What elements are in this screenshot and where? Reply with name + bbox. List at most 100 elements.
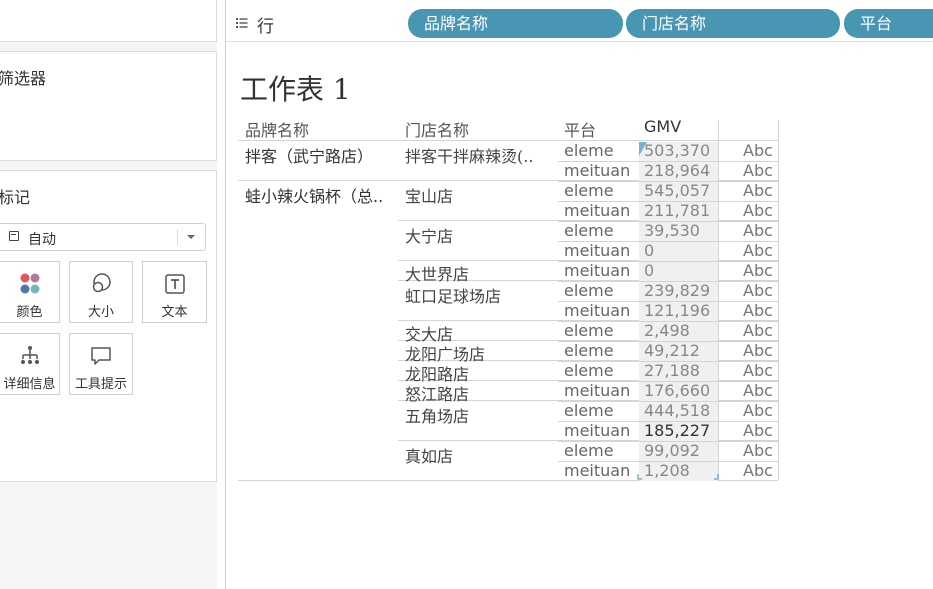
platform-cell[interactable]: meituan xyxy=(564,241,630,261)
gmv-cell[interactable]: 444,518 xyxy=(644,401,710,421)
abc-cell[interactable]: Abc xyxy=(743,441,773,461)
store-cell[interactable]: 真如店 xyxy=(405,443,453,467)
gmv-cell[interactable]: 218,964 xyxy=(644,161,710,181)
header-platform[interactable]: 平台 xyxy=(564,117,596,141)
abc-cell[interactable]: Abc xyxy=(743,181,773,201)
tooltip-button[interactable]: 工具提示 xyxy=(69,333,133,395)
header-store[interactable]: 门店名称 xyxy=(405,117,469,141)
pill-brand[interactable]: 品牌名称 xyxy=(408,9,623,38)
platform-cell[interactable]: eleme xyxy=(564,321,614,341)
detail-icon xyxy=(20,346,39,364)
filters-title: 筛选器 xyxy=(0,69,47,88)
gmv-cell[interactable]: 503,370 xyxy=(644,141,710,161)
abc-cell[interactable]: Abc xyxy=(743,401,773,421)
gmv-cell[interactable]: 0 xyxy=(644,261,654,281)
chevron-down-icon[interactable] xyxy=(187,235,195,239)
gmv-cell[interactable]: 49,212 xyxy=(644,341,700,361)
detail-button[interactable]: 详细信息 xyxy=(0,333,60,395)
tooltip-icon xyxy=(91,347,111,365)
store-cell[interactable]: 虹口足球场店 xyxy=(405,283,501,307)
gmv-cell[interactable]: 211,781 xyxy=(644,201,710,221)
size-label: 大小 xyxy=(87,305,114,320)
store-cell[interactable]: 拌客干拌麻辣烫(.. xyxy=(405,143,533,167)
store-cell[interactable]: 宝山店 xyxy=(405,183,453,207)
platform-cell[interactable]: eleme xyxy=(564,401,614,421)
abc-cell[interactable]: Abc xyxy=(743,341,773,361)
panel-divider[interactable] xyxy=(225,0,226,589)
abc-cell[interactable]: Abc xyxy=(743,421,773,441)
tooltip-label: 工具提示 xyxy=(74,377,127,392)
header-gmv[interactable]: GMV xyxy=(644,117,681,136)
left-panel: 筛选器 标记 自动 颜色 大小 文本 详细信息 工具提示 xyxy=(0,0,217,589)
size-button[interactable]: 大小 xyxy=(69,261,133,323)
column-divider xyxy=(718,120,719,480)
brand-cell[interactable]: 拌客（武宁路店） xyxy=(245,143,373,167)
gmv-cell[interactable]: 121,196 xyxy=(644,301,710,321)
brand-cell[interactable]: 蛙小辣火锅杯（总.. xyxy=(245,183,383,207)
gmv-cell[interactable]: 0 xyxy=(644,241,654,261)
gmv-cell[interactable]: 99,092 xyxy=(644,441,700,461)
rows-label: 行 xyxy=(257,17,274,37)
platform-cell[interactable]: meituan xyxy=(564,161,630,181)
platform-cell[interactable]: eleme xyxy=(564,361,614,381)
abc-cell[interactable]: Abc xyxy=(743,201,773,221)
rows-shelf: 行 品牌名称 门店名称 平台 xyxy=(226,0,933,42)
size-icon xyxy=(92,273,111,293)
platform-cell[interactable]: meituan xyxy=(564,261,630,281)
text-button[interactable]: 文本 xyxy=(142,261,207,323)
detail-label: 详细信息 xyxy=(3,377,56,392)
marks-pane: 标记 自动 颜色 大小 文本 详细信息 工具提示 xyxy=(0,170,217,482)
dropdown-separator xyxy=(177,229,178,245)
header-brand[interactable]: 品牌名称 xyxy=(245,117,309,141)
platform-cell[interactable]: eleme xyxy=(564,221,614,241)
selection-handles-icon xyxy=(637,474,719,480)
platform-cell[interactable]: meituan xyxy=(564,461,630,481)
mark-type-dropdown[interactable]: 自动 xyxy=(0,223,206,251)
platform-cell[interactable]: eleme xyxy=(564,341,614,361)
store-cell[interactable]: 大世界店 xyxy=(405,261,469,285)
abc-cell[interactable]: Abc xyxy=(743,241,773,261)
platform-cell[interactable]: meituan xyxy=(564,301,630,321)
gmv-cell[interactable]: 239,829 xyxy=(644,281,710,301)
platform-cell[interactable]: eleme xyxy=(564,181,614,201)
abc-cell[interactable]: Abc xyxy=(743,221,773,241)
pill-store[interactable]: 门店名称 xyxy=(626,9,840,38)
abc-cell[interactable]: Abc xyxy=(743,141,773,161)
color-label: 颜色 xyxy=(16,305,43,320)
selection-corner-icon xyxy=(639,142,647,156)
color-button[interactable]: 颜色 xyxy=(0,261,60,323)
store-cell[interactable]: 大宁店 xyxy=(405,223,453,247)
text-label: 文本 xyxy=(161,305,188,320)
gmv-cell[interactable]: 2,498 xyxy=(644,321,690,341)
platform-cell[interactable]: eleme xyxy=(564,281,614,301)
pill-platform[interactable]: 平台 xyxy=(844,9,933,38)
rows-icon xyxy=(236,18,248,28)
worksheet-title: 工作表 1 xyxy=(240,73,351,106)
abc-cell[interactable]: Abc xyxy=(743,261,773,281)
abc-cell[interactable]: Abc xyxy=(743,461,773,481)
color-icon xyxy=(20,273,39,294)
abc-cell[interactable]: Abc xyxy=(743,281,773,301)
platform-cell[interactable]: meituan xyxy=(564,421,630,441)
gmv-cell[interactable]: 545,057 xyxy=(644,181,710,201)
mark-type-label: 自动 xyxy=(28,232,56,248)
abc-cell[interactable]: Abc xyxy=(743,321,773,341)
platform-cell[interactable]: meituan xyxy=(564,381,630,401)
pages-pane xyxy=(0,0,217,42)
platform-cell[interactable]: eleme xyxy=(564,141,614,161)
marks-title: 标记 xyxy=(0,188,31,207)
gmv-cell[interactable]: 185,227 xyxy=(644,421,710,441)
platform-cell[interactable]: eleme xyxy=(564,441,614,461)
abc-cell[interactable]: Abc xyxy=(743,161,773,181)
gmv-cell[interactable]: 27,188 xyxy=(644,361,700,381)
abc-cell[interactable]: Abc xyxy=(743,361,773,381)
mark-type-icon xyxy=(9,231,19,241)
filters-pane[interactable]: 筛选器 xyxy=(0,51,217,161)
gmv-cell[interactable]: 176,660 xyxy=(644,381,710,401)
abc-cell[interactable]: Abc xyxy=(743,381,773,401)
store-cell[interactable]: 怒江路店 xyxy=(405,381,469,405)
abc-cell[interactable]: Abc xyxy=(743,301,773,321)
gmv-cell[interactable]: 39,530 xyxy=(644,221,700,241)
store-cell[interactable]: 五角场店 xyxy=(405,403,469,427)
platform-cell[interactable]: meituan xyxy=(564,201,630,221)
